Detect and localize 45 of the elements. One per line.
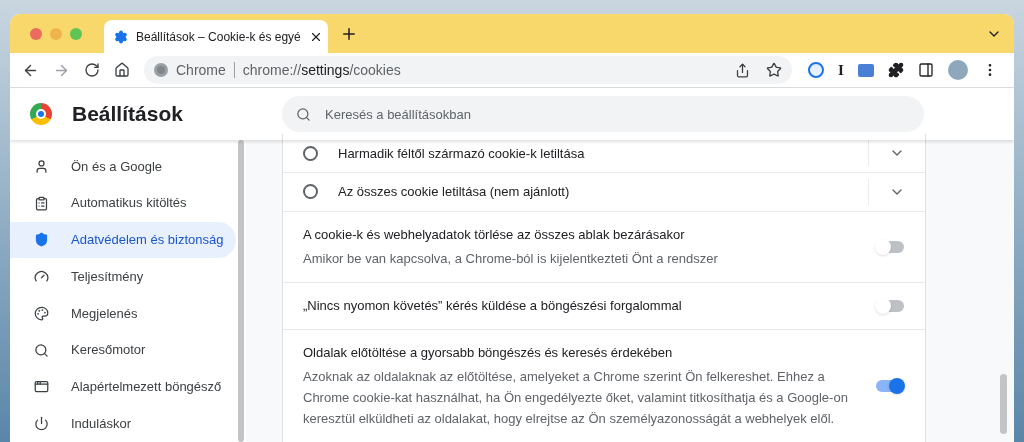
address-bar[interactable]: Chrome chrome://settings/cookies <box>144 56 792 84</box>
setting-title: Oldalak előtöltése a gyorsabb böngészés és keresés érdekében <box>303 343 674 362</box>
share-icon[interactable] <box>735 62 750 78</box>
sidebar-item[interactable]: Teljesítmény <box>10 258 236 295</box>
shield-icon <box>34 232 49 248</box>
sidebar-item[interactable]: Induláskor <box>10 405 236 442</box>
side-panel-icon[interactable] <box>917 62 934 78</box>
reload-icon[interactable] <box>84 62 100 78</box>
clipboard-icon <box>34 195 49 211</box>
setting-title: „Nincs nyomon követés” kérés küldése a böngészési forgalommal <box>303 297 683 315</box>
radio-button[interactable] <box>303 145 318 161</box>
search-field[interactable]: Keresés a beállításokban <box>282 96 924 132</box>
puzzle-icon[interactable] <box>887 62 904 78</box>
page-title: Beállítások <box>72 101 183 128</box>
scrollbar-thumb[interactable] <box>238 140 244 442</box>
search-icon <box>296 107 311 122</box>
extension-label[interactable]: I <box>838 58 844 82</box>
radio-label: Az összes cookie letiltása (nem ajánlott) <box>338 182 571 201</box>
origin-label: Chrome <box>176 60 226 80</box>
setting-description: Amikor be van kapcsolva, a Chrome-ból is kijelentkezteti Önt a rendszer <box>303 250 719 268</box>
gear-icon <box>114 29 128 44</box>
radio-button[interactable] <box>303 184 318 200</box>
search-icon <box>34 342 49 358</box>
tab-title: Beállítások – Cookie-k és egyé <box>136 28 301 46</box>
home-icon[interactable] <box>114 62 130 78</box>
radio-label: Harmadik féltől származó cookie-k letiltása <box>338 144 586 163</box>
sidebar-item[interactable]: Keresőmotor <box>10 331 236 369</box>
toggle-switch[interactable] <box>875 377 905 394</box>
toggle-switch[interactable] <box>875 297 905 314</box>
browser-tab[interactable]: Beállítások – Cookie-k és egyé <box>104 20 328 53</box>
power-icon <box>34 416 49 432</box>
sidebar-item[interactable]: Adatvédelem és biztonság <box>10 221 236 259</box>
sidebar-item[interactable]: Alapértelmezett böngésző <box>10 368 236 406</box>
toggle-switch[interactable] <box>875 238 905 255</box>
palette-icon <box>34 305 49 321</box>
url-text: chrome://settings/cookies <box>242 60 401 80</box>
sidebar-item[interactable]: Automatikus kitöltés <box>10 184 236 222</box>
window-icon <box>34 379 49 395</box>
sidebar-item[interactable]: Megjelenés <box>10 295 236 332</box>
star-icon[interactable] <box>766 62 782 78</box>
sidebar-item[interactable]: Ön és a Google <box>10 148 236 185</box>
setting-description: Azoknak az oldalaknak az előtöltése, amelyeket a Chrome szerint Ön felkereshet. Ehhez a Chrome cookie-kat használhat, ha Ön engedélyezte őket, valamint titkosíthatja és a Google-on keresztül elküldheti az oldalakat, hogy elrejtse az Ön személyazonosságát a webhelyek elől. <box>303 368 849 428</box>
setting-title: A cookie-k és webhelyadatok törlése az összes ablak bezárásakor <box>303 225 686 244</box>
person-icon <box>34 158 49 174</box>
scrollbar-thumb[interactable] <box>1000 374 1007 434</box>
